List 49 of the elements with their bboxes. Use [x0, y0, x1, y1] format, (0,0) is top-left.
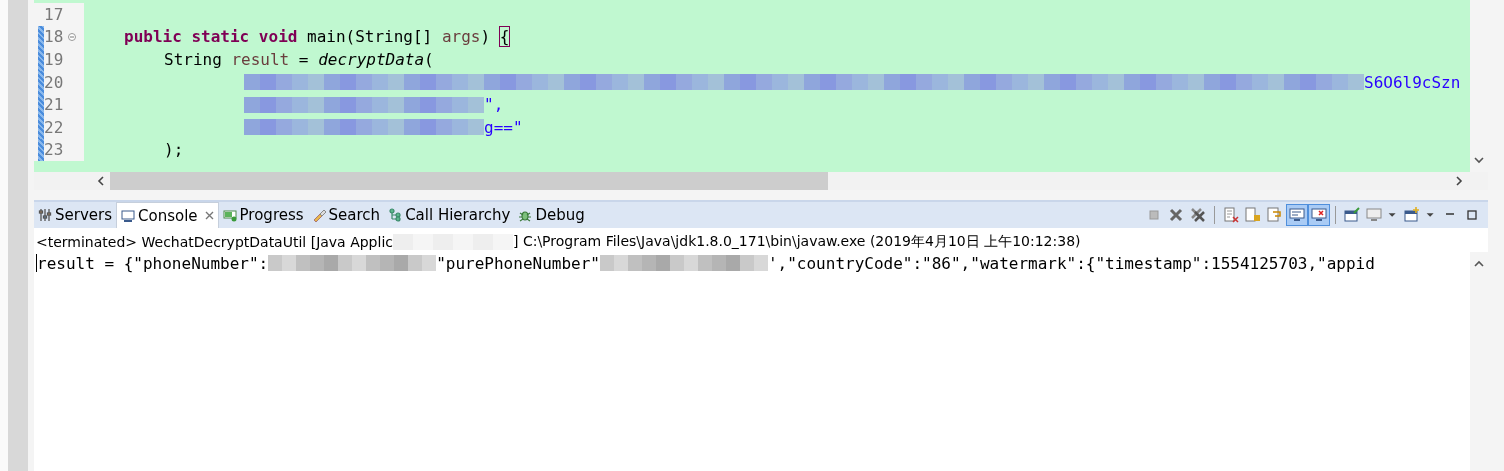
scroll-right-icon[interactable] [1454, 175, 1464, 187]
line-number: 21 [44, 95, 65, 115]
matching-bracket: { [499, 27, 510, 47]
view-tab[interactable]: Progress [218, 202, 308, 228]
view-tab[interactable]: Debug [514, 202, 589, 228]
bug-icon [518, 208, 533, 222]
code-editor[interactable]: 17 18 public static void main(String[] args) { 19 String result = decryptData( 20 S6O6l9cSzn 21 ", 22 g==" 23 ); [34, 0, 1488, 172]
monitor-icon [121, 208, 135, 223]
show-err-icon[interactable] [1309, 205, 1329, 225]
view-tab[interactable]: Search [307, 202, 385, 228]
line-number: 18 [44, 27, 65, 47]
code-string: g==" [484, 117, 523, 137]
hierarchy-icon [388, 208, 403, 222]
scroll-left-icon[interactable] [96, 175, 106, 187]
line-number: 17 [44, 4, 65, 24]
pin-icon[interactable] [1342, 205, 1362, 225]
show-out-icon[interactable] [1287, 205, 1307, 225]
process-path: ] C:\Program Files\Java\jdk1.8.0_171\bin\javaw.exe (2019年4月10日 上午10:12:38) [513, 233, 1081, 251]
code-text: String [164, 50, 223, 69]
code-variable: args [441, 27, 481, 47]
console-output: result = {"phoneNumber": [37, 253, 269, 273]
code-keyword: public static void [124, 27, 298, 47]
line-number: 23 [44, 140, 65, 160]
code-variable: result [231, 50, 290, 69]
code-string: S6O6l9cSzn [1364, 72, 1461, 92]
sliders-icon [38, 208, 52, 222]
view-tab[interactable]: Console [116, 202, 219, 228]
code-text: ) [480, 27, 492, 47]
console-output: "purePhoneNumber" [436, 253, 600, 273]
progress-bar-icon [222, 208, 237, 222]
scroll-up-icon[interactable] [1473, 260, 1485, 268]
scroll-down-icon[interactable] [1473, 156, 1485, 164]
line-number: 19 [44, 50, 65, 69]
code-method: decryptData [318, 50, 425, 69]
console-output: ',"countryCode":"86","watermark":{"timestamp":1554125703,"appid [767, 253, 1375, 273]
new-console-icon[interactable] [1402, 205, 1422, 225]
scrollbar-thumb[interactable] [110, 172, 828, 190]
code-text: ); [164, 140, 184, 160]
close-icon[interactable] [204, 211, 214, 220]
line-number: 22 [44, 117, 65, 137]
view-tab[interactable]: Servers [34, 202, 116, 228]
code-text: ( [424, 50, 434, 69]
view-tab[interactable]: Call Hierarchy [384, 202, 515, 228]
code-text: main(String[] [306, 27, 434, 47]
clear-icon[interactable] [1221, 205, 1241, 225]
process-status: <terminated> WechatDecryptDataUtil [Java Applic [36, 234, 393, 250]
code-string: ", [484, 95, 504, 115]
line-number: 20 [44, 72, 65, 92]
code-text: = [297, 50, 310, 69]
